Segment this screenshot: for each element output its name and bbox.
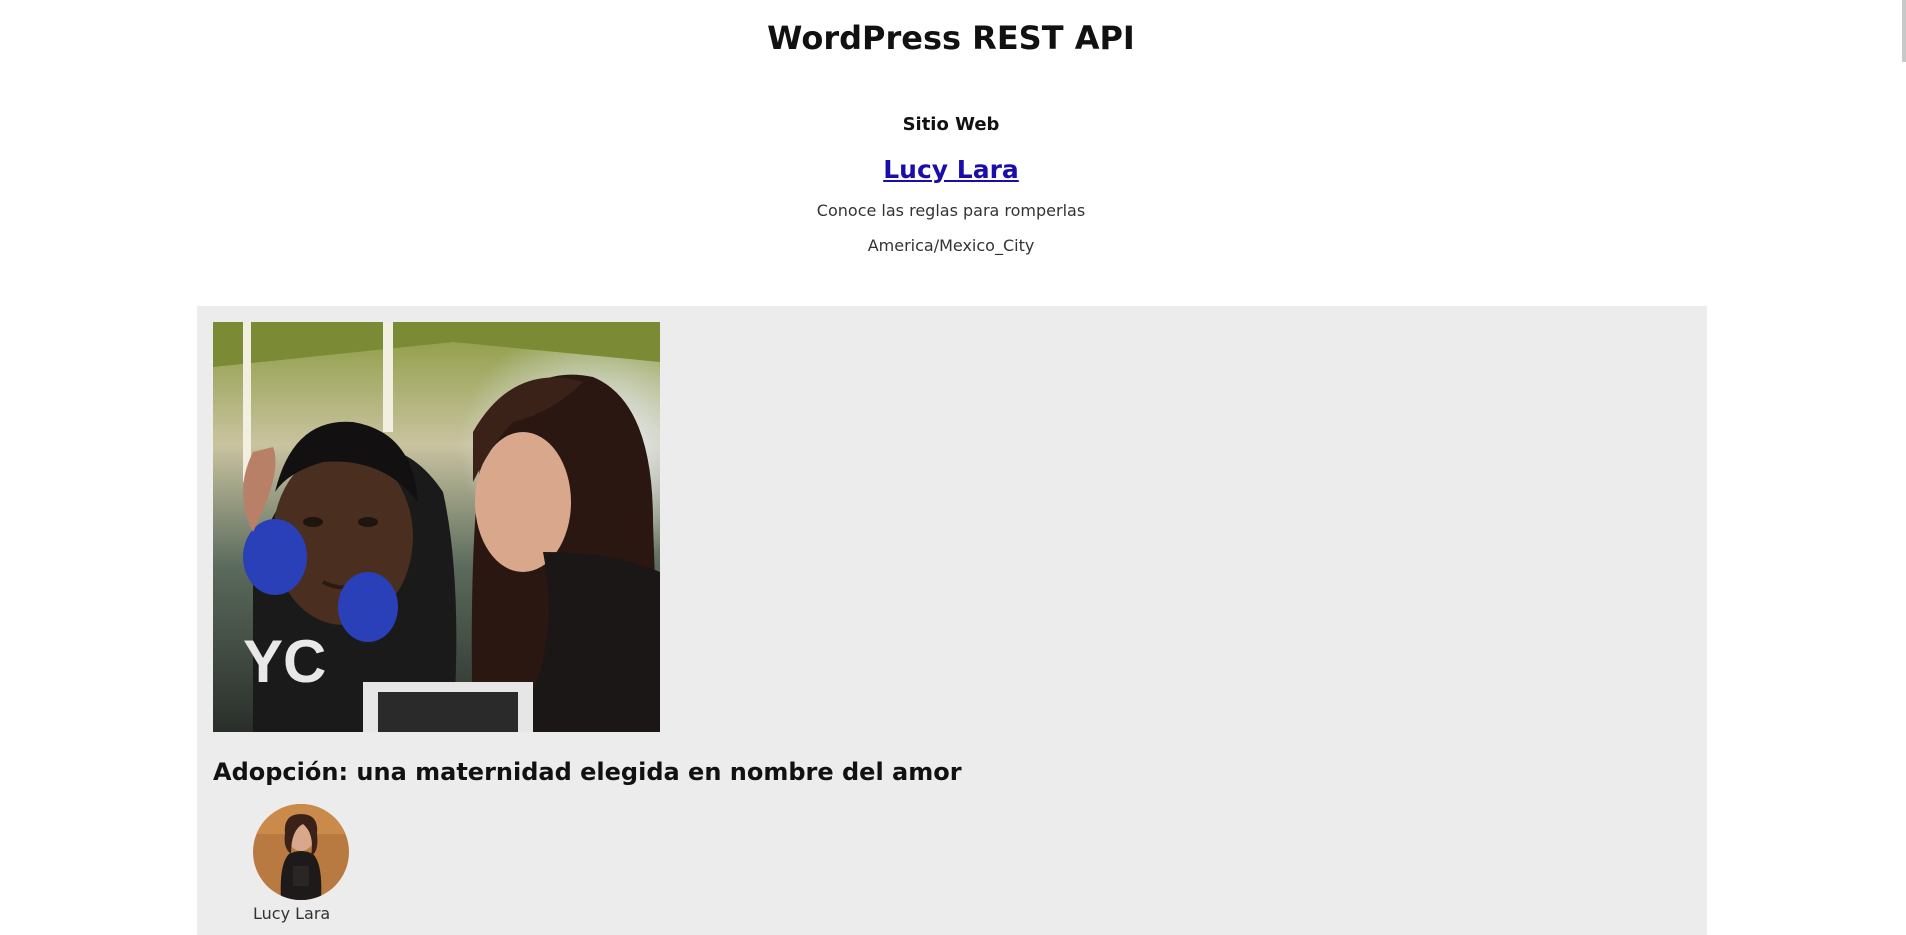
author-name: Lucy Lara <box>253 904 331 923</box>
scrollbar[interactable] <box>1902 0 1906 935</box>
page: WordPress REST API Sitio Web Lucy Lara C… <box>0 0 1906 935</box>
author-avatar <box>253 804 349 900</box>
site-label: Sitio Web <box>902 114 1000 135</box>
svg-text:YC: YC <box>243 628 326 695</box>
post-title[interactable]: Adopción: una maternidad elegida en nomb… <box>213 756 962 788</box>
scrollbar-thumb[interactable] <box>1902 0 1906 62</box>
post-author[interactable]: Lucy Lara <box>253 804 353 924</box>
site-timezone: America/Mexico_City <box>867 236 1035 255</box>
site-description: Conoce las reglas para romperlas <box>816 201 1086 220</box>
page-title: WordPress REST API <box>767 19 1135 57</box>
site-info: Sitio Web Lucy Lara Conoce las reglas pa… <box>0 112 1902 257</box>
site-name-link[interactable]: Lucy Lara <box>883 154 1019 186</box>
post-featured-image[interactable]: YC <box>213 322 660 732</box>
post-card: YC Adopción: una maternidad elegida en n… <box>197 306 1707 935</box>
